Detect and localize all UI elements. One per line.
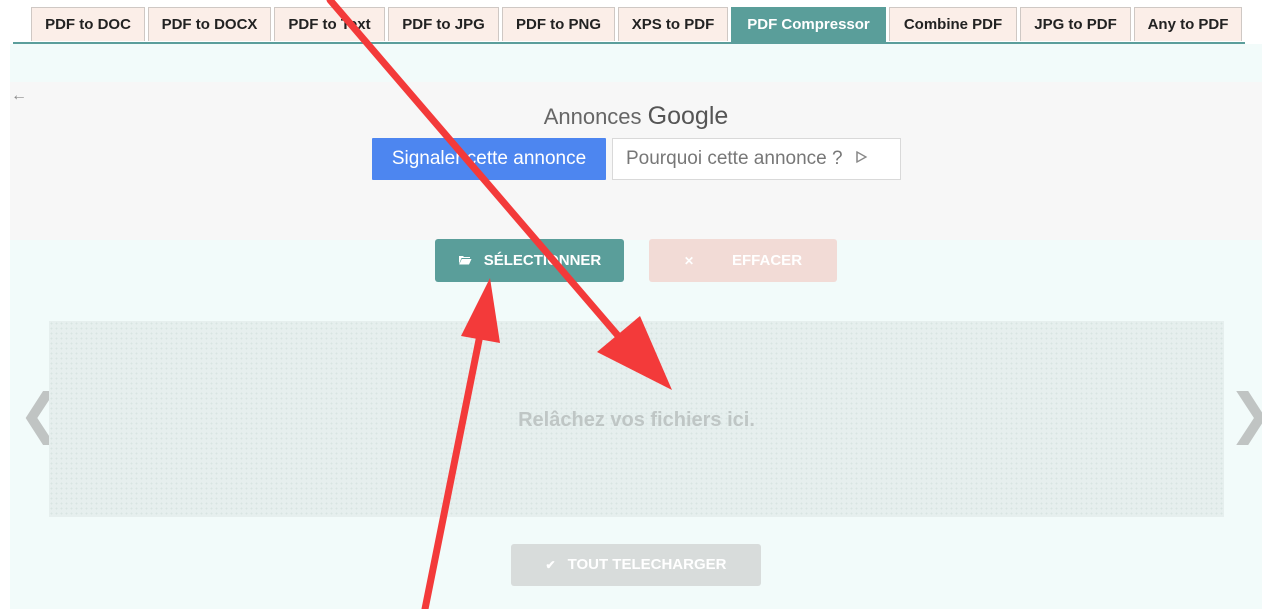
clear-label: EFFACER: [732, 252, 803, 269]
google-logo: Google: [647, 102, 729, 130]
tab-any-to-pdf[interactable]: Any to PDF: [1134, 7, 1242, 41]
select-files-button[interactable]: SÉLECTIONNER: [435, 239, 624, 282]
tab-pdf-compressor[interactable]: PDF Compressor: [731, 7, 886, 43]
ad-title-prefix: Annonces: [543, 104, 642, 129]
tab-pdf-to-doc[interactable]: PDF to DOC: [31, 7, 145, 41]
tab-xps-to-pdf[interactable]: XPS to PDF: [618, 7, 728, 41]
tab-pdf-to-text[interactable]: PDF to Text: [274, 7, 385, 41]
tab-pdf-to-jpg[interactable]: PDF to JPG: [388, 7, 499, 41]
clear-button[interactable]: ✕ EFFACER: [649, 239, 837, 282]
report-ad-button[interactable]: Signaler cette annonce: [372, 138, 606, 180]
download-all-button[interactable]: ✔ TOUT TELECHARGER: [511, 544, 761, 586]
tab-bar: PDF to DOC PDF to DOCX PDF to Text PDF t…: [0, 0, 1262, 44]
tab-pdf-to-png[interactable]: PDF to PNG: [502, 7, 615, 41]
select-files-label: SÉLECTIONNER: [483, 252, 602, 269]
download-all-label: TOUT TELECHARGER: [567, 556, 727, 573]
tab-pdf-to-docx[interactable]: PDF to DOCX: [148, 7, 271, 41]
ad-choices-icon: [854, 150, 868, 167]
close-icon: ✕: [683, 254, 695, 268]
dropzone-text: Relâchez vos fichiers ici.: [518, 409, 755, 431]
ad-panel: ← Annonces Google Signaler cette annonce…: [10, 82, 1262, 240]
why-this-ad-button[interactable]: Pourquoi cette annonce ?: [612, 138, 901, 180]
checkmark-icon: ✔: [545, 558, 556, 572]
tab-jpg-to-pdf[interactable]: JPG to PDF: [1020, 7, 1131, 41]
folder-open-icon: [458, 240, 472, 283]
main-panel: ← Annonces Google Signaler cette annonce…: [10, 44, 1262, 609]
why-this-ad-label: Pourquoi cette annonce ?: [626, 148, 843, 169]
ad-title: Annonces Google: [10, 102, 1262, 131]
carousel-next-icon[interactable]: ❯: [1228, 384, 1262, 444]
tab-combine-pdf[interactable]: Combine PDF: [889, 7, 1017, 41]
file-dropzone[interactable]: Relâchez vos fichiers ici.: [49, 321, 1224, 517]
